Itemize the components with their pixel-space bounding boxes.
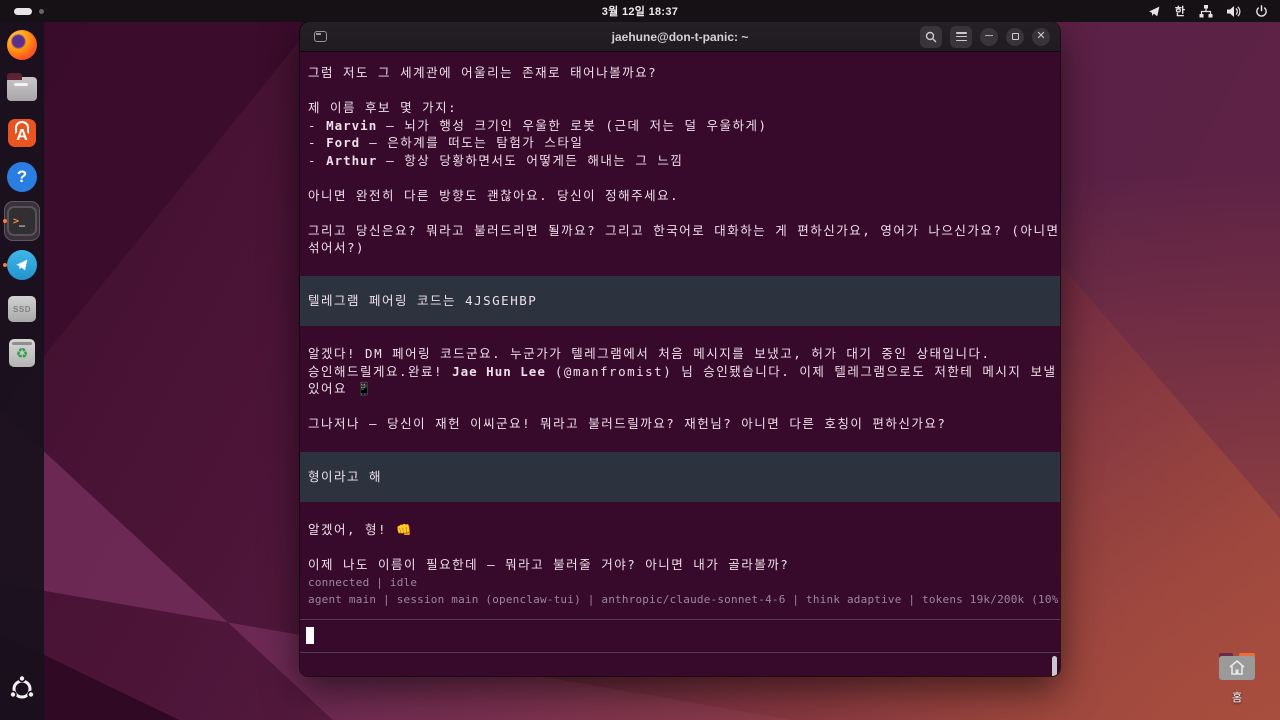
dock-item-files[interactable] — [0, 68, 44, 110]
scrollbar-thumb[interactable] — [1052, 656, 1057, 676]
new-tab-icon — [313, 31, 327, 42]
volume-icon[interactable] — [1227, 5, 1241, 18]
terminal-line: 그럼 저도 그 세계관에 어울리는 존재로 태어나볼까요? — [308, 65, 658, 80]
home-folder-icon — [1219, 653, 1255, 680]
telegram-tray-icon[interactable] — [1148, 5, 1161, 18]
files-icon — [7, 73, 37, 101]
window-titlebar[interactable]: jaehune@don-t-panic: ~ ─ ✕ — [300, 22, 1060, 52]
search-icon — [925, 31, 937, 42]
top-bar: 3월 12일 18:37 한 — [0, 0, 1280, 22]
dock-item-show-apps[interactable] — [0, 668, 44, 710]
minimize-button[interactable]: ─ — [980, 27, 998, 46]
maximize-button[interactable] — [1006, 27, 1024, 46]
terminal-line: 알겠다! DM 페어링 코드군요. 누군가가 텔레그램에서 처음 메시지를 보냈… — [308, 346, 991, 361]
system-tray[interactable]: 한 — [1148, 3, 1280, 19]
dock: A ? > _ SSD ♻ — [0, 22, 44, 720]
user-message-text: 텔레그램 페어링 코드는 4JSGEHBP — [308, 293, 538, 308]
menu-button[interactable] — [950, 25, 972, 48]
terminal-line: 아니면 완전히 다른 방향도 괜찮아요. 당신이 정해주세요. — [308, 187, 680, 203]
terminal-line: 승인해드릴게요.완료! Jae Hun Lee (@manfromist) 님 … — [308, 363, 1060, 379]
close-button[interactable]: ✕ — [1032, 27, 1050, 46]
dock-item-ssd-drive[interactable]: SSD — [0, 288, 44, 330]
terminal-content[interactable]: 그럼 저도 그 세계관에 어울리는 존재로 태어나볼까요? 제 이름 후보 몇 가… — [300, 52, 1060, 676]
terminal-line: 알겠어, 형! 👊 — [308, 522, 414, 537]
dock-item-ubuntu-software[interactable]: A — [0, 112, 44, 154]
user-message-box: 텔레그램 페어링 코드는 4JSGEHBP — [300, 276, 1060, 326]
chat-input-area[interactable] — [300, 618, 1060, 653]
telegram-icon — [7, 250, 37, 280]
dock-item-telegram[interactable] — [0, 244, 44, 286]
dock-item-firefox[interactable] — [0, 24, 44, 66]
dock-item-help[interactable]: ? — [0, 156, 44, 198]
firefox-icon — [7, 30, 37, 60]
terminal-line: - Arthur — 항상 당황하면서도 어떻게든 해내는 그 느낌 — [308, 152, 684, 168]
terminal-line: 그리고 당신은요? 뭐라고 불러드리면 될까요? 그리고 한국어로 대화하는 게… — [308, 222, 1060, 238]
desktop-icon-home[interactable]: 홈 — [1213, 650, 1261, 705]
dock-item-terminal[interactable]: > _ — [0, 200, 44, 242]
terminal-icon: > _ — [7, 206, 37, 236]
trash-icon: ♻ — [9, 339, 35, 367]
status-line: connected | idle — [308, 575, 418, 589]
new-tab-button[interactable] — [310, 28, 330, 46]
user-message-text: 형이라고 해 — [308, 469, 383, 484]
terminal-line: 이제 나도 이름이 필요한데 — 뭐라고 불러줄 거야? 아니면 내가 골라볼까… — [308, 557, 790, 572]
help-icon: ? — [7, 162, 37, 192]
ubuntu-software-icon: A — [8, 119, 36, 147]
user-message-box: 형이라고 해 — [300, 452, 1060, 502]
terminal-line: - Marvin — 뇌가 행성 크기인 우울한 로봇 (근데 저는 덜 우울하… — [308, 117, 768, 133]
terminal-line: 있어요 📱 — [308, 381, 374, 396]
status-line: agent main | session main (openclaw-tui)… — [308, 593, 1060, 606]
dock-item-trash[interactable]: ♻ — [0, 332, 44, 374]
terminal-window: jaehune@don-t-panic: ~ ─ ✕ 그럼 저도 그 세계관에 … — [300, 22, 1060, 676]
desktop-icon-label: 홈 — [1231, 692, 1243, 704]
text-cursor — [306, 626, 314, 644]
power-icon[interactable] — [1255, 4, 1268, 18]
terminal-line: - Ford — 은하계를 떠도는 탐험가 스타일 — [308, 135, 584, 150]
network-icon[interactable] — [1199, 4, 1213, 18]
terminal-line: 제 이름 후보 몇 가지: — [308, 100, 458, 115]
maximize-icon — [1011, 33, 1019, 40]
ssd-drive-icon: SSD — [8, 296, 36, 322]
clock[interactable]: 3월 12일 18:37 — [0, 3, 1280, 19]
terminal-line: 그나저나 — 당신이 재헌 이씨군요! 뭐라고 불러드릴까요? 재헌님? 아니면… — [308, 416, 947, 431]
ubuntu-logo-icon — [9, 675, 35, 699]
hamburger-icon — [955, 32, 967, 41]
terminal-line: 섞어서?) — [308, 240, 366, 255]
search-button[interactable] — [920, 25, 942, 48]
keyboard-layout-indicator[interactable]: 한 — [1175, 3, 1185, 19]
